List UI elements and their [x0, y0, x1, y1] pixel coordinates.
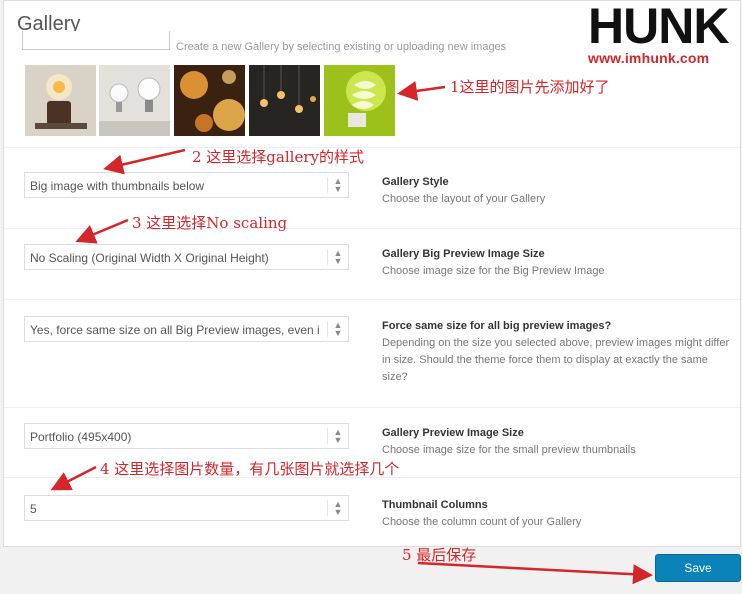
- arrow-2: [103, 148, 186, 175]
- screenshot-frame: Gallery Create a new Gallery by selectin…: [0, 0, 742, 594]
- annotation-arrows: [50, 81, 653, 585]
- arrow-1: [397, 81, 446, 101]
- arrow-5: [417, 561, 653, 585]
- arrow-4: [50, 465, 97, 491]
- arrow-3: [75, 218, 129, 244]
